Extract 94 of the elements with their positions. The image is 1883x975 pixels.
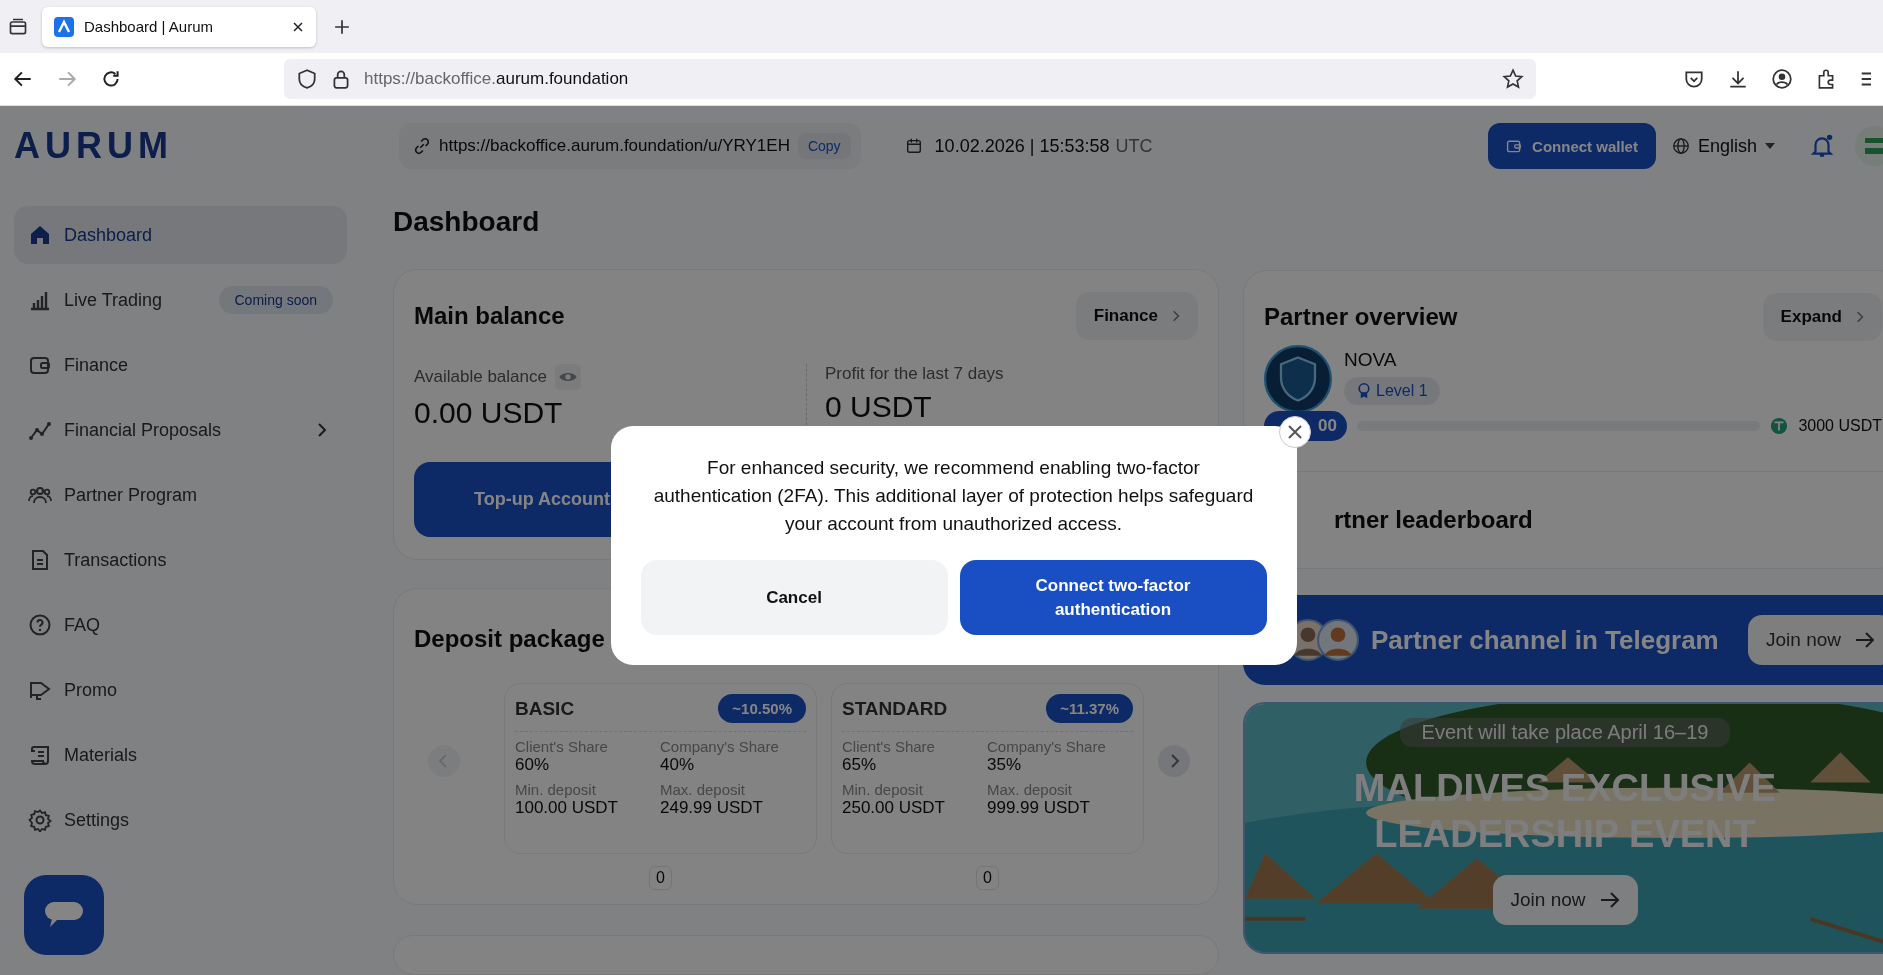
arrow-right-icon bbox=[1855, 632, 1875, 648]
card-title: Main balance bbox=[414, 302, 565, 330]
share-value: 40% bbox=[660, 755, 696, 775]
calendar-icon bbox=[904, 137, 923, 155]
package-name: BASIC bbox=[515, 697, 575, 720]
sidebar-item[interactable]: Materials bbox=[14, 726, 347, 784]
shield-badge-icon bbox=[1264, 345, 1332, 413]
share-value: 35% bbox=[987, 755, 1023, 775]
star-icon[interactable] bbox=[1502, 68, 1524, 90]
share-label: Company's Share bbox=[987, 738, 1107, 755]
wallet-icon bbox=[1506, 138, 1523, 154]
link-icon bbox=[413, 137, 431, 155]
account-icon[interactable] bbox=[1771, 68, 1793, 90]
share-value: 65% bbox=[842, 755, 878, 775]
copy-button[interactable]: Copy bbox=[797, 133, 851, 159]
question-icon bbox=[28, 613, 52, 637]
chat-bubble-icon bbox=[44, 900, 84, 930]
connect-2fa-button[interactable]: Connect two-factor authentication bbox=[959, 560, 1267, 635]
page-title: Dashboard bbox=[393, 205, 541, 239]
coin-icon bbox=[1770, 417, 1789, 435]
sidebar-item[interactable]: FAQ bbox=[14, 596, 347, 654]
close-icon bbox=[1287, 425, 1302, 439]
sidebar-item[interactable]: Partner Program bbox=[14, 466, 347, 524]
shield-icon bbox=[296, 68, 318, 90]
join-button[interactable]: Join now bbox=[1492, 875, 1638, 925]
sidebar-item[interactable]: Finance bbox=[14, 336, 347, 394]
telegram-banner[interactable]: Partner channel in Telegram Join now bbox=[1243, 595, 1883, 685]
profit-label: Profit for the last 7 days bbox=[825, 364, 1005, 384]
cancel-button[interactable]: Cancel bbox=[640, 560, 948, 635]
expand-button[interactable]: Expand bbox=[1762, 293, 1882, 341]
logo[interactable]: AURUM bbox=[14, 125, 374, 167]
share-label: Company's Share bbox=[660, 738, 780, 755]
rate-badge: ~11.37% bbox=[1046, 694, 1133, 723]
sidebar-item[interactable]: Transactions bbox=[14, 531, 347, 589]
deposit-value: 250.00 USDT bbox=[842, 798, 946, 818]
scroll-icon bbox=[28, 743, 52, 767]
finance-button[interactable]: Finance bbox=[1075, 292, 1198, 340]
deposit-value: 100.00 USDT bbox=[515, 798, 619, 818]
share-label: Client's Share bbox=[515, 738, 609, 755]
close-icon[interactable] bbox=[292, 20, 304, 33]
rate-badge: ~10.50% bbox=[718, 694, 806, 723]
count-field[interactable]: 0 bbox=[649, 866, 672, 890]
sidebar-item[interactable]: Live Trading Coming soon bbox=[14, 271, 347, 329]
card-title: Partner overview bbox=[1264, 303, 1458, 331]
deposit-label: Min. deposit bbox=[842, 781, 924, 798]
home-icon bbox=[28, 223, 52, 247]
download-icon[interactable] bbox=[1727, 68, 1749, 90]
count-field[interactable]: 0 bbox=[976, 866, 999, 890]
deposit-value: 999.99 USDT bbox=[987, 798, 1091, 818]
coming-soon-badge: Coming soon bbox=[218, 286, 333, 314]
connect-wallet-button[interactable]: Connect wallet bbox=[1488, 123, 1656, 169]
card-title: Deposit package bbox=[414, 625, 605, 653]
address-bar[interactable]: https://backoffice.aurum.foundation bbox=[284, 59, 1536, 99]
balance-label: Available balance bbox=[414, 367, 547, 387]
card-title: rtner leaderboard bbox=[1334, 506, 1533, 533]
timezone: UTC bbox=[1115, 135, 1153, 157]
package-card[interactable]: BASIC ~10.50% Client's Share 60% Company's Share 40% Min. deposit 100.00 USDT Max. deposit 249.99 USDT bbox=[504, 683, 817, 854]
sidebar-item[interactable]: Promo bbox=[14, 661, 347, 719]
settings-icon bbox=[28, 808, 52, 832]
bell-icon[interactable] bbox=[1809, 133, 1835, 159]
chevron-right-icon bbox=[1172, 309, 1180, 323]
arrow-right-icon bbox=[1599, 892, 1620, 908]
new-tab-icon[interactable] bbox=[334, 18, 350, 35]
progress-target: 3000 USDT bbox=[1798, 417, 1882, 435]
avatar-icon bbox=[1317, 619, 1359, 661]
sidebar-item[interactable]: Settings bbox=[14, 791, 347, 849]
eye-icon[interactable] bbox=[554, 364, 581, 390]
deposit-label: Max. deposit bbox=[987, 781, 1074, 798]
chevron-right-icon bbox=[1856, 310, 1864, 324]
sidebar-item[interactable]: Financial Proposals bbox=[14, 401, 347, 459]
banner-title: Partner channel in Telegram bbox=[1371, 624, 1719, 656]
deposit-value: 249.99 USDT bbox=[660, 798, 764, 818]
language-selector[interactable]: English bbox=[1671, 135, 1775, 157]
globe-icon bbox=[1671, 137, 1690, 155]
share-value: 60% bbox=[515, 755, 551, 775]
join-button[interactable]: Join now bbox=[1748, 615, 1883, 665]
share-label: Client's Share bbox=[842, 738, 936, 755]
tab-list-icon[interactable] bbox=[8, 16, 28, 37]
sidebar-item[interactable]: Dashboard bbox=[14, 206, 347, 264]
date-time: 10.02.2026 | 15:53:58 bbox=[934, 135, 1110, 157]
level-badge: Level 1 bbox=[1344, 377, 1440, 405]
deposit-label: Max. deposit bbox=[660, 781, 747, 798]
browser-tab[interactable]: Dashboard | Aurum bbox=[42, 6, 316, 47]
rank-name: NOVA bbox=[1344, 349, 1398, 371]
reload-icon[interactable] bbox=[100, 68, 122, 90]
favicon-icon bbox=[54, 16, 74, 37]
balance-value: 0.00 USDT bbox=[414, 396, 564, 430]
package-card[interactable]: STANDARD ~11.37% Client's Share 65% Company's Share 35% Min. deposit 250.00 USDT Max. deposit 999.99 USDT bbox=[831, 683, 1144, 854]
chat-button[interactable] bbox=[24, 875, 104, 955]
profit-value: 0 USDT bbox=[825, 390, 933, 424]
caret-icon bbox=[1765, 143, 1775, 149]
package-name: STANDARD bbox=[842, 697, 948, 720]
deposit-label: Min. deposit bbox=[515, 781, 597, 798]
medal-icon bbox=[1356, 383, 1372, 399]
